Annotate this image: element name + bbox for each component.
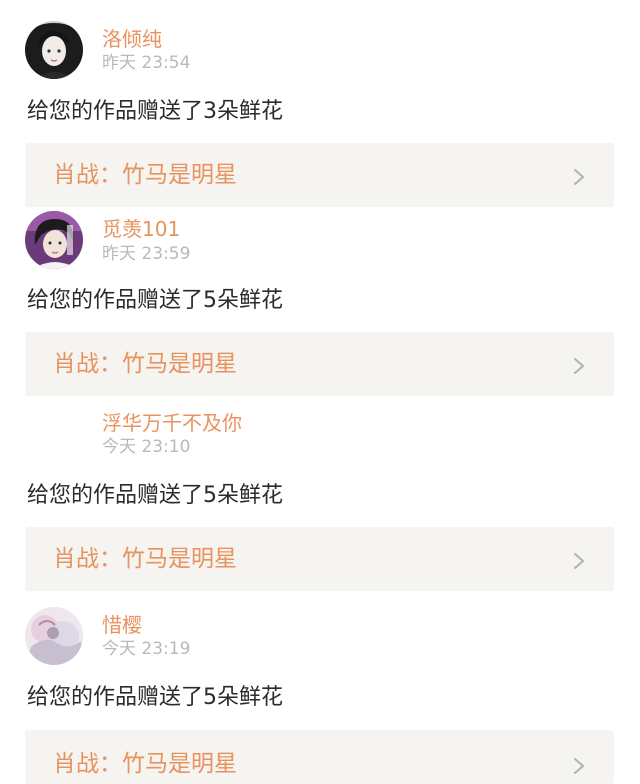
timestamp: 昨天 23:54: [102, 53, 191, 73]
work-link-card[interactable]: 肖战：竹马是明星: [25, 143, 614, 207]
timestamp: 昨天 23:59: [102, 244, 191, 264]
gift-message: 给您的作品赠送了5朵鲜花: [27, 483, 283, 508]
work-link-card[interactable]: 肖战：竹马是明星: [25, 527, 614, 591]
work-title: 肖战：竹马是明星: [53, 751, 237, 777]
user-avatar[interactable]: [25, 211, 83, 269]
gift-entry: 洛倾纯 昨天 23:54 给您的作品赠送了3朵鲜花 肖战：竹马是明星: [0, 0, 640, 207]
chevron-right-icon: [574, 758, 584, 774]
gift-message: 给您的作品赠送了5朵鲜花: [27, 288, 283, 313]
avatar-boy-purple-icon: [25, 211, 83, 269]
timestamp: 今天 23:19: [102, 639, 191, 659]
work-link-card[interactable]: 肖战：竹马是明星: [25, 332, 614, 396]
gift-entry: 浮华万千不及你 今天 23:10 给您的作品赠送了5朵鲜花 肖战：竹马是明星: [0, 400, 640, 600]
gift-message: 给您的作品赠送了5朵鲜花: [27, 685, 283, 710]
work-title: 肖战：竹马是明星: [53, 351, 237, 377]
gift-entry: 惜樱 今天 23:19 给您的作品赠送了5朵鲜花 肖战：竹马是明星: [0, 600, 640, 784]
user-avatar[interactable]: [25, 607, 83, 665]
chevron-right-icon: [574, 553, 584, 569]
gift-message: 给您的作品赠送了3朵鲜花: [27, 99, 283, 124]
work-title: 肖战：竹马是明星: [53, 162, 237, 188]
chevron-right-icon: [574, 358, 584, 374]
chevron-right-icon: [574, 169, 584, 185]
avatar-pastel-illustration-icon: [25, 607, 83, 665]
timestamp: 今天 23:10: [102, 437, 191, 457]
work-link-card[interactable]: 肖战：竹马是明星: [25, 730, 614, 784]
gift-entry: 觅羡101 昨天 23:59 给您的作品赠送了5朵鲜花 肖战：竹马是明星: [0, 205, 640, 400]
avatar-dark-hair-girl-icon: [25, 21, 83, 79]
username[interactable]: 浮华万千不及你: [102, 411, 242, 435]
username[interactable]: 洛倾纯: [102, 27, 162, 51]
user-avatar[interactable]: [25, 21, 83, 79]
username[interactable]: 惜樱: [102, 613, 142, 637]
username[interactable]: 觅羡101: [102, 217, 180, 241]
work-title: 肖战：竹马是明星: [53, 546, 237, 572]
